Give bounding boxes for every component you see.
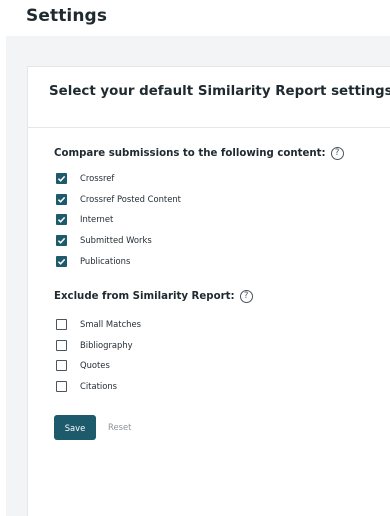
checkbox-checked-icon[interactable] <box>56 172 67 184</box>
checkbox-label: Small Matches <box>80 319 141 329</box>
checkbox-checked-icon[interactable] <box>56 255 67 267</box>
checkbox-label: Citations <box>80 381 117 391</box>
checkbox-label: Crossref <box>80 173 115 183</box>
checkbox-checked-icon[interactable] <box>56 193 67 205</box>
checkbox-quotes[interactable]: Quotes <box>56 358 110 372</box>
checkbox-label: Submitted Works <box>80 235 152 245</box>
checkbox-label: Crossref Posted Content <box>80 194 181 204</box>
card-divider <box>28 127 390 128</box>
checkbox-bibliography[interactable]: Bibliography <box>56 338 133 352</box>
checkbox-label: Internet <box>80 214 114 224</box>
checkbox-citations[interactable]: Citations <box>56 379 117 393</box>
compare-heading-text: Compare submissions to the following con… <box>54 148 326 159</box>
checkbox-small-matches[interactable]: Small Matches <box>56 317 141 331</box>
reset-button[interactable]: Reset <box>108 415 131 440</box>
settings-card: Select your default Similarity Report se… <box>27 66 390 516</box>
checkbox-unchecked-icon[interactable] <box>56 339 67 351</box>
page-title: Settings <box>26 6 108 26</box>
checkbox-submitted-works[interactable]: Submitted Works <box>56 233 152 247</box>
card-title: Select your default Similarity Report se… <box>49 84 390 99</box>
checkbox-internet[interactable]: Internet <box>56 212 113 226</box>
exclude-section-heading: Exclude from Similarity Report: ? <box>54 290 253 303</box>
checkbox-label: Bibliography <box>80 340 133 350</box>
save-button[interactable]: Save <box>54 415 96 440</box>
question-circle-icon[interactable]: ? <box>239 290 253 303</box>
checkbox-checked-icon[interactable] <box>56 213 67 225</box>
checkbox-label: Publications <box>80 256 131 266</box>
checkbox-unchecked-icon[interactable] <box>56 380 67 392</box>
exclude-heading-text: Exclude from Similarity Report: <box>54 291 235 302</box>
checkbox-crossref-posted-content[interactable]: Crossref Posted Content <box>56 192 181 206</box>
checkbox-unchecked-icon[interactable] <box>56 318 67 330</box>
question-circle-icon[interactable]: ? <box>330 147 344 160</box>
compare-section-heading: Compare submissions to the following con… <box>54 147 344 160</box>
checkbox-publications[interactable]: Publications <box>56 254 130 268</box>
top-bar: Settings <box>0 0 390 36</box>
checkbox-crossref[interactable]: Crossref <box>56 171 114 185</box>
checkbox-checked-icon[interactable] <box>56 234 67 246</box>
checkbox-label: Quotes <box>80 360 110 370</box>
checkbox-unchecked-icon[interactable] <box>56 359 67 371</box>
